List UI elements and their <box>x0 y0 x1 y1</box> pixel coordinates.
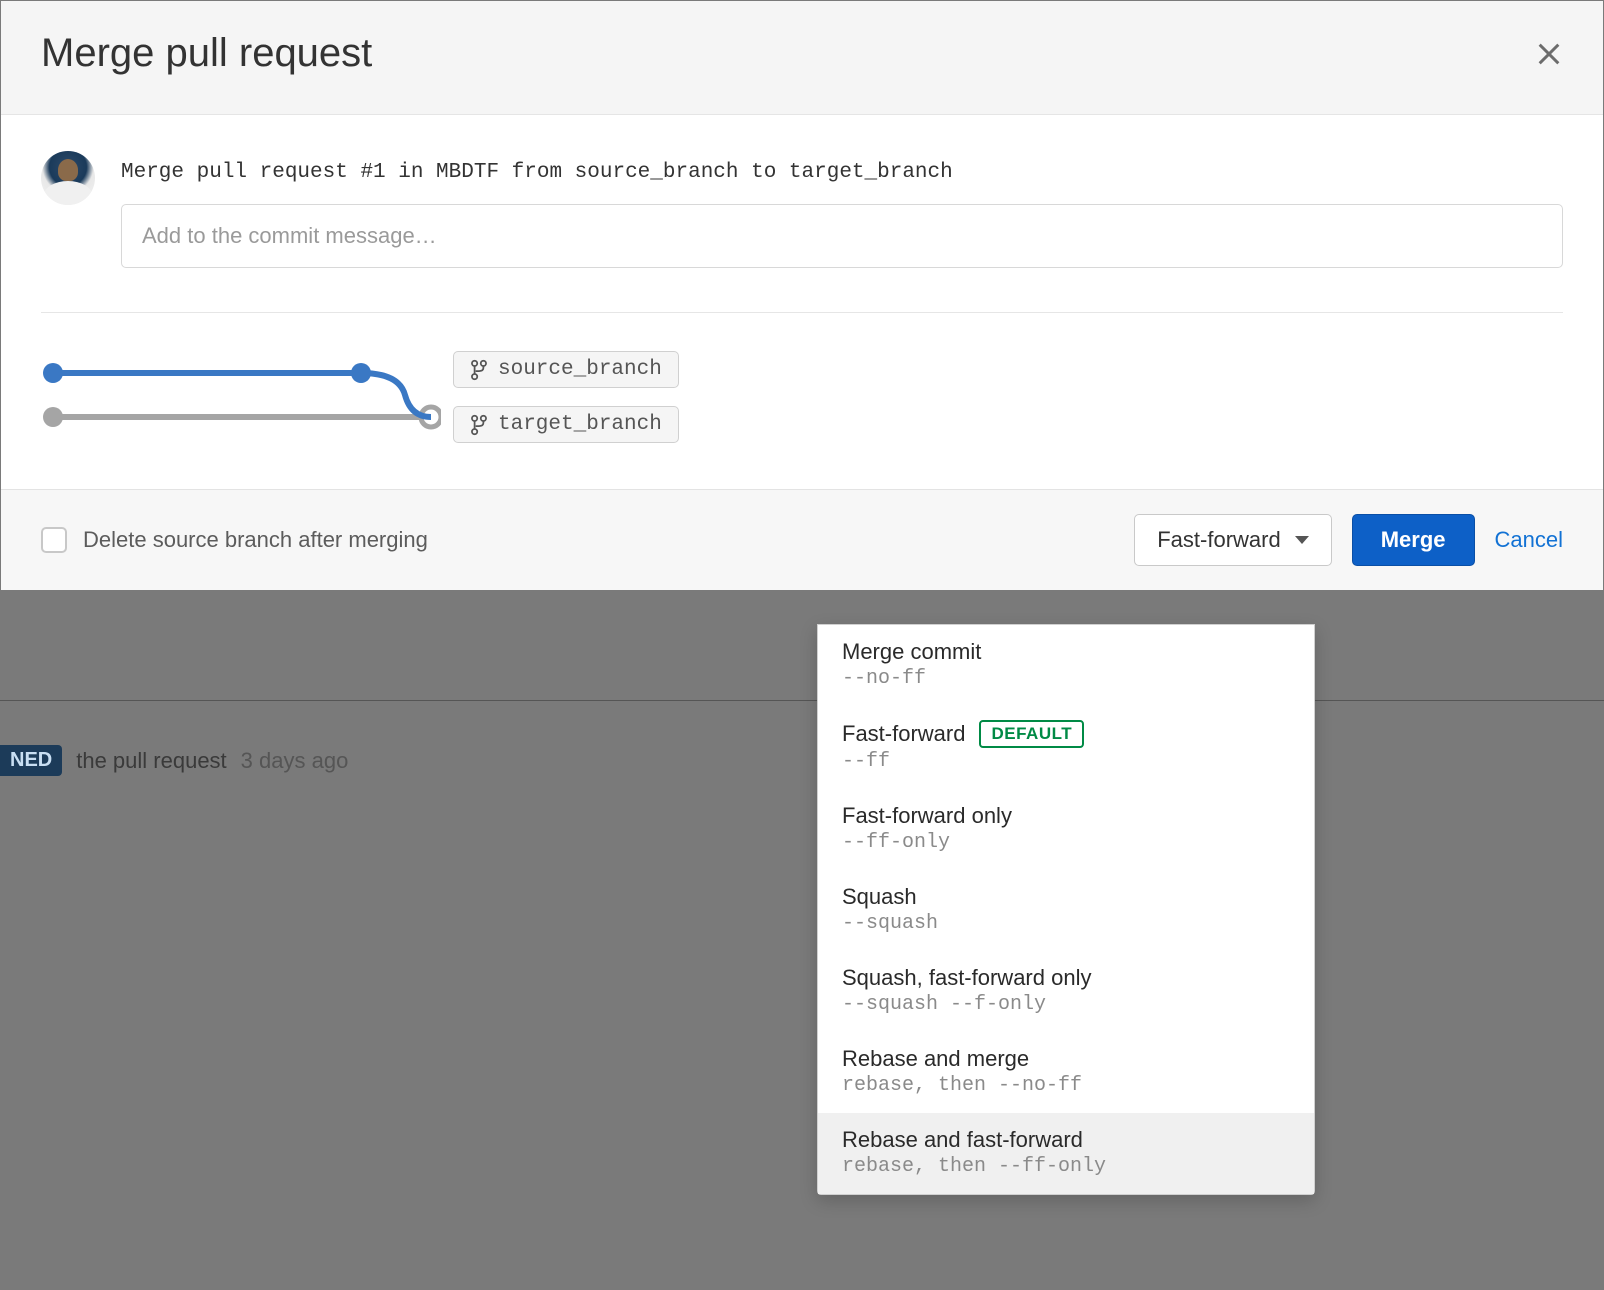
commit-message-text: Merge pull request #1 in MBDTF from sour… <box>121 161 1563 184</box>
merge-strategy-option-title: Merge commit <box>842 639 981 665</box>
merge-strategy-option-subtitle: --ff <box>842 750 1290 773</box>
target-branch-chip: target_branch <box>453 406 679 443</box>
status-badge-partial: NED <box>0 745 62 776</box>
target-branch-label: target_branch <box>498 413 662 436</box>
merge-strategy-option-subtitle: --no-ff <box>842 667 1290 690</box>
merge-strategy-option-subtitle: --squash --f-only <box>842 993 1290 1016</box>
default-badge: DEFAULT <box>979 720 1084 748</box>
background-activity-strip: NED the pull request 3 days ago <box>0 700 1604 776</box>
merge-strategy-option-title: Rebase and fast-forward <box>842 1127 1083 1153</box>
merge-strategy-option[interactable]: Fast-forward DEFAULT--ff <box>818 706 1314 789</box>
merge-strategy-option[interactable]: Merge commit--no-ff <box>818 625 1314 706</box>
merge-strategy-option[interactable]: Fast-forward only--ff-only <box>818 789 1314 870</box>
cancel-link[interactable]: Cancel <box>1495 527 1563 553</box>
close-icon[interactable] <box>1535 40 1563 68</box>
chevron-down-icon <box>1295 536 1309 544</box>
merge-button[interactable]: Merge <box>1352 514 1475 566</box>
merge-strategy-option-subtitle: --squash <box>842 912 1290 935</box>
merge-pull-request-modal: Merge pull request Merge pull request #1… <box>0 0 1604 591</box>
modal-body: Merge pull request #1 in MBDTF from sour… <box>1 115 1603 489</box>
merge-strategy-option[interactable]: Rebase and fast-forwardrebase, then --ff… <box>818 1113 1314 1194</box>
merge-strategy-option[interactable]: Rebase and mergerebase, then --no-ff <box>818 1032 1314 1113</box>
merge-strategy-option-subtitle: --ff-only <box>842 831 1290 854</box>
activity-text: the pull request <box>76 748 226 774</box>
activity-time: 3 days ago <box>241 748 349 774</box>
delete-source-branch-label: Delete source branch after merging <box>83 527 428 553</box>
modal-header: Merge pull request <box>1 1 1603 115</box>
merge-strategy-option-title: Squash <box>842 884 917 910</box>
merge-strategy-dropdown-button[interactable]: Fast-forward <box>1134 514 1331 566</box>
branch-icon <box>470 359 488 381</box>
delete-source-branch-checkbox[interactable] <box>41 527 67 553</box>
merge-strategy-dropdown-menu: Merge commit--no-ffFast-forwardDEFAULT--… <box>817 624 1315 1195</box>
merge-strategy-option-title: Fast-forward only <box>842 803 1012 829</box>
branch-graph <box>41 357 441 437</box>
merge-strategy-option-title: Rebase and merge <box>842 1046 1029 1072</box>
merge-strategy-selected-label: Fast-forward <box>1157 527 1280 553</box>
merge-strategy-option[interactable]: Squash--squash <box>818 870 1314 951</box>
source-branch-label: source_branch <box>498 358 662 381</box>
commit-message-input[interactable] <box>121 204 1563 268</box>
avatar <box>41 151 95 205</box>
modal-title: Merge pull request <box>41 31 372 76</box>
merge-strategy-option-title: Squash, fast-forward only <box>842 965 1091 991</box>
merge-strategy-option-subtitle: rebase, then --no-ff <box>842 1074 1290 1097</box>
merge-strategy-option-title: Fast-forward <box>842 721 965 747</box>
merge-strategy-option-subtitle: rebase, then --ff-only <box>842 1155 1290 1178</box>
branch-diagram-row: source_branch target_branch <box>41 351 1563 479</box>
modal-footer: Delete source branch after merging Fast-… <box>1 489 1603 590</box>
source-branch-chip: source_branch <box>453 351 679 388</box>
branch-icon <box>470 414 488 436</box>
merge-strategy-option[interactable]: Squash, fast-forward only--squash --f-on… <box>818 951 1314 1032</box>
divider <box>41 312 1563 313</box>
